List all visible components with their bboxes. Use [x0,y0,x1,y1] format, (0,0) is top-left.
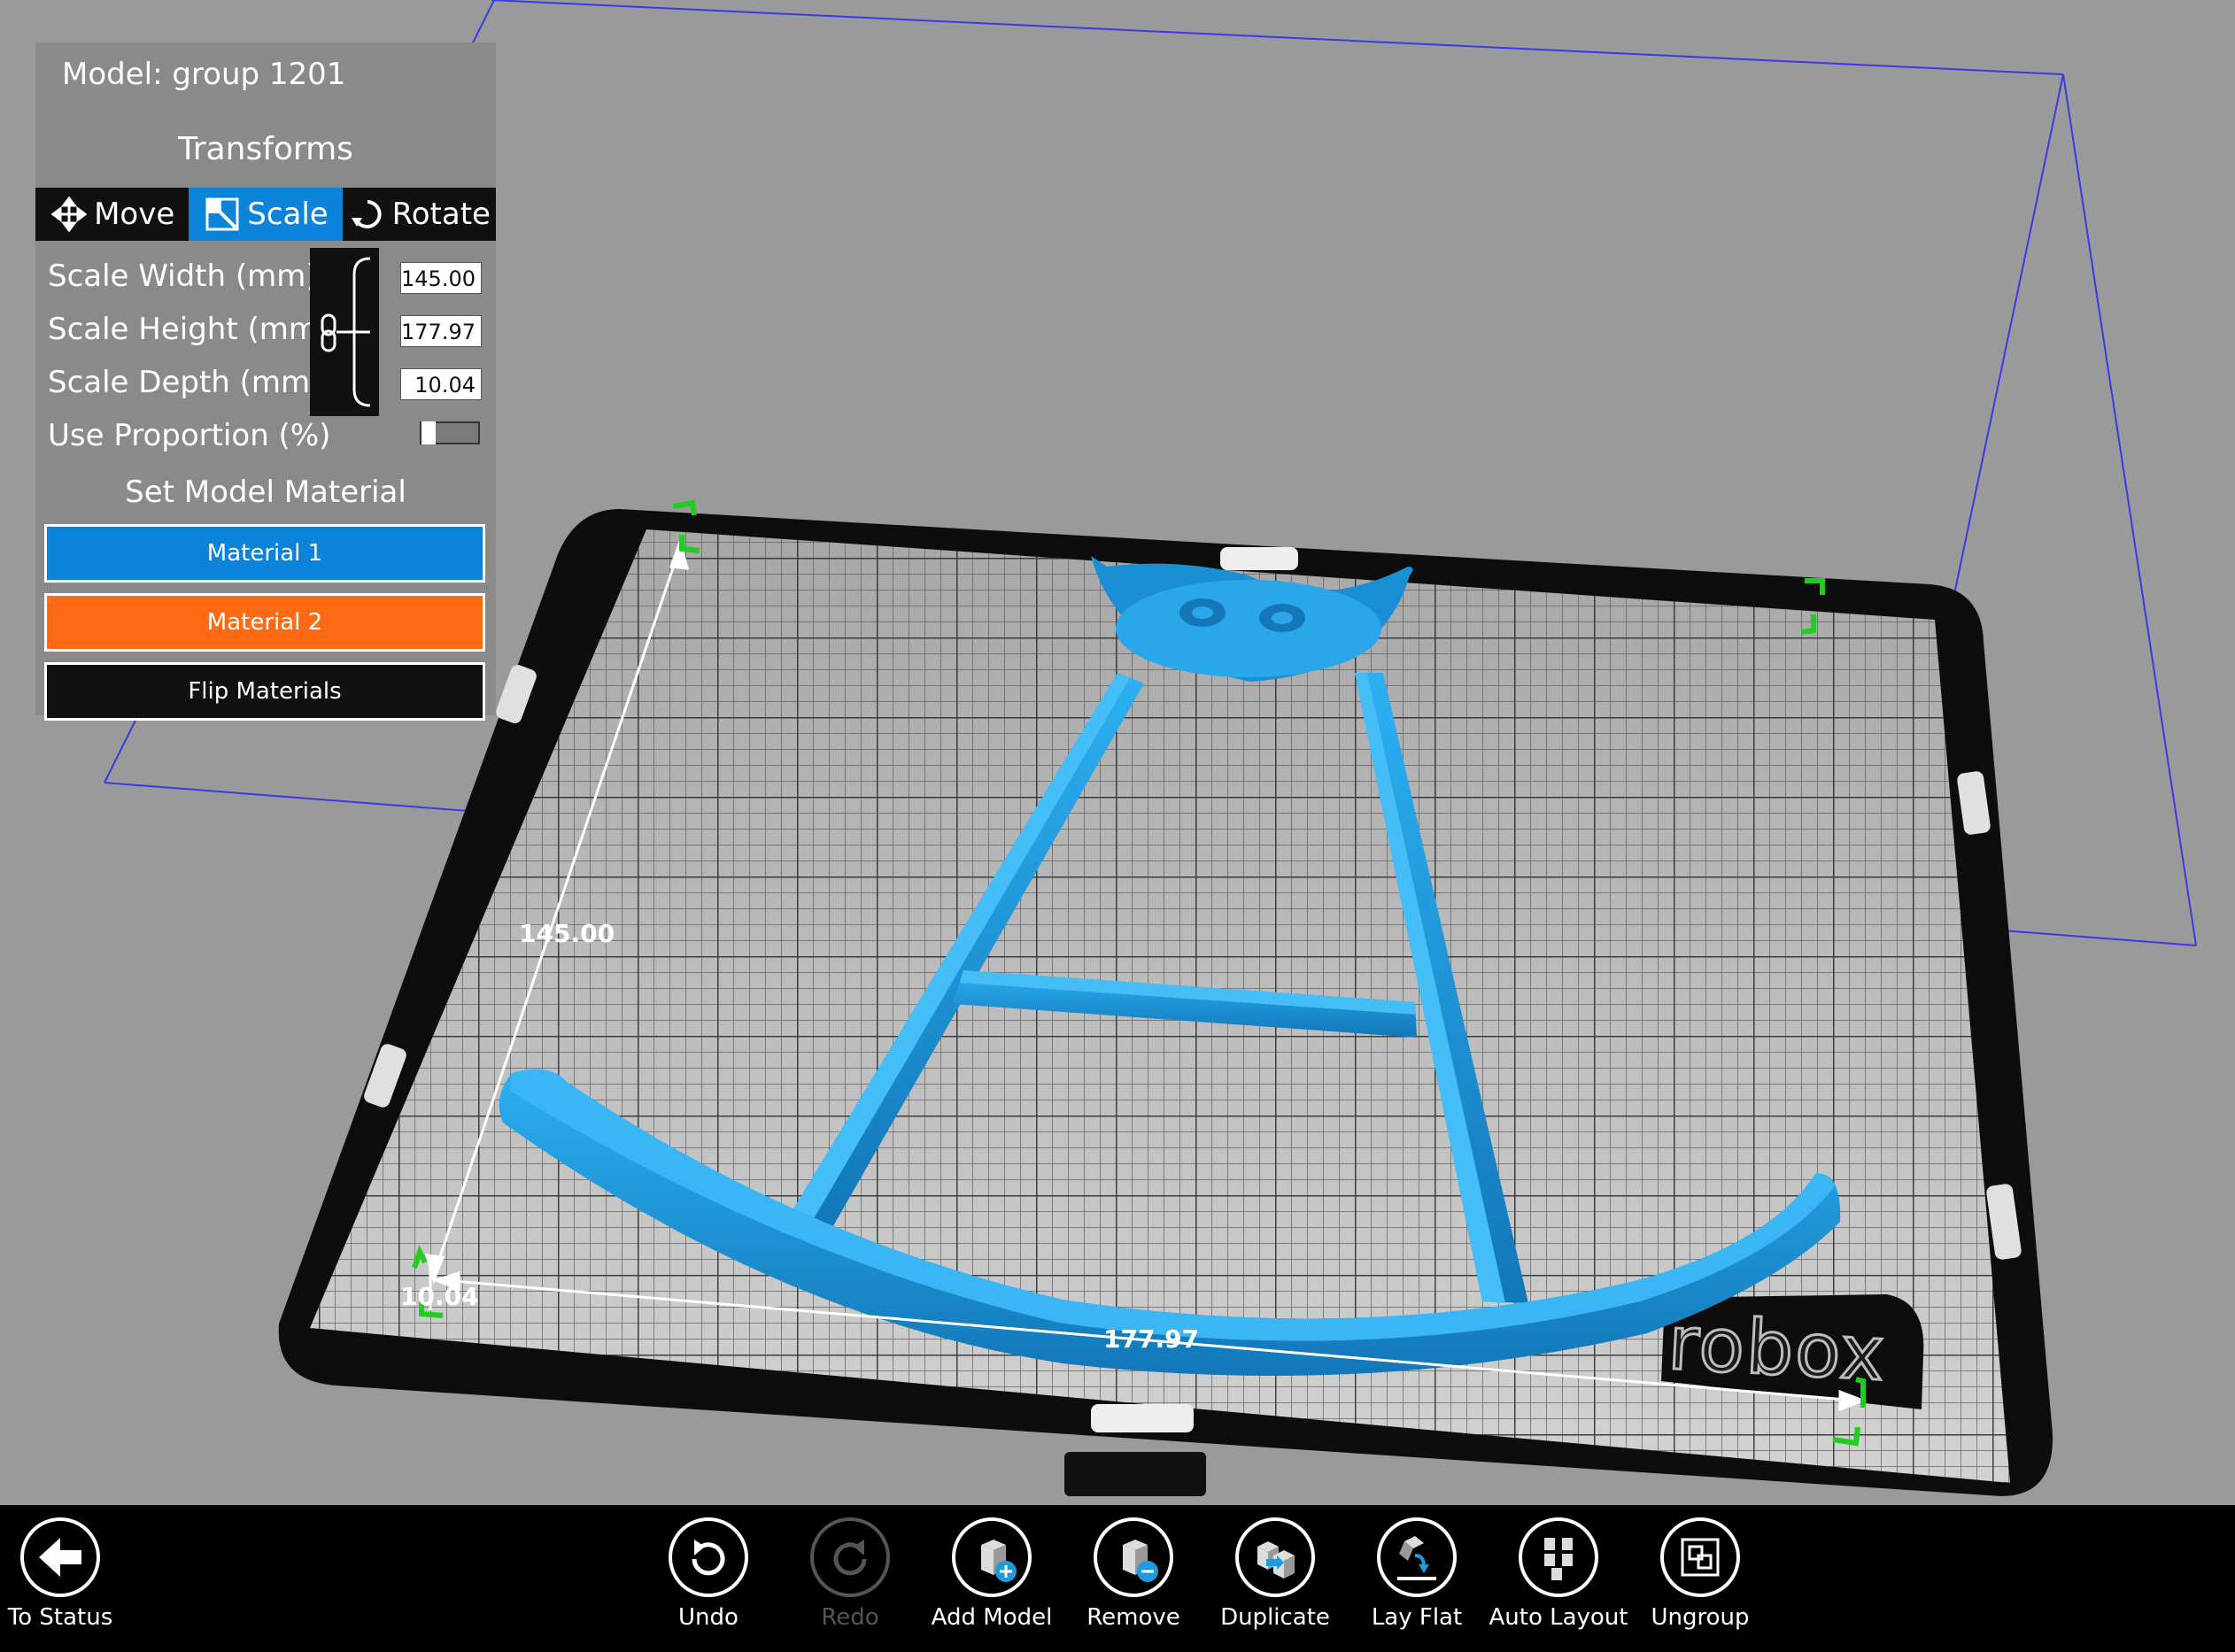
flip-materials-button[interactable]: Flip Materials [44,662,485,721]
redo-label: Redo [821,1604,879,1631]
toggle-knob [421,421,436,444]
auto-layout-label: Auto Layout [1489,1604,1628,1631]
undo-label: Undo [678,1604,739,1631]
auto-layout-button[interactable]: Auto Layout [1488,1517,1629,1631]
model-title: Model: group 1201 [62,57,346,92]
scale-width-label: Scale Width (mm) [48,259,318,294]
tab-move[interactable]: Move [35,188,189,241]
scale-height-input[interactable]: 177.97 [400,315,482,347]
scale-height-label: Scale Height (mm) [48,312,330,347]
to-status-button[interactable]: To Status [0,1517,131,1631]
material-1-button[interactable]: Material 1 [44,524,485,583]
transform-panel: Model: group 1201 Transforms Move Scale … [35,42,496,721]
bottom-toolbar: To Status Undo Redo Add Model Remove Dup… [0,1505,2235,1652]
redo-button[interactable]: Redo [779,1517,921,1631]
rotate-icon [348,195,387,234]
transforms-title: Transforms [178,131,353,167]
scale-width-input[interactable]: 145.00 [400,262,482,294]
chain-link-icon [321,313,336,352]
tab-scale-label: Scale [247,197,329,232]
redo-icon [810,1517,890,1597]
duplicate-icon [1235,1517,1315,1597]
length-dimension-label: 177.97 [1103,1324,1200,1354]
back-arrow-icon [20,1517,100,1597]
undo-icon [669,1517,748,1597]
ungroup-icon [1660,1517,1740,1597]
lay-flat-button[interactable]: Lay Flat [1346,1517,1488,1631]
set-model-material-title: Set Model Material [125,475,406,510]
to-status-label: To Status [7,1604,113,1631]
tab-rotate[interactable]: Rotate [342,188,496,241]
add-model-label: Add Model [931,1604,1053,1631]
duplicate-button[interactable]: Duplicate [1204,1517,1346,1631]
tab-scale[interactable]: Scale [189,188,343,241]
auto-layout-icon [1519,1517,1598,1597]
scale-depth-label: Scale Depth (mm) [48,365,322,400]
tab-rotate-label: Rotate [391,197,491,232]
lay-flat-label: Lay Flat [1371,1604,1463,1631]
use-proportion-toggle[interactable] [420,421,480,444]
scale-depth-input[interactable]: 10.04 [400,368,482,400]
remove-model-icon [1094,1517,1173,1597]
tab-move-label: Move [94,197,175,232]
add-model-icon [952,1517,1032,1597]
width-dimension-label: 145.00 [519,919,615,948]
robox-logo: robox [1665,1298,1890,1399]
add-model-button[interactable]: Add Model [921,1517,1063,1631]
remove-label: Remove [1087,1604,1180,1631]
move-arrows-icon [50,195,89,234]
scale-icon [203,195,242,234]
depth-dimension-label: 10.04 [400,1282,479,1311]
transform-tabs: Move Scale Rotate [35,188,496,241]
duplicate-label: Duplicate [1220,1604,1330,1631]
proportion-link-toggle[interactable] [310,248,379,416]
remove-button[interactable]: Remove [1063,1517,1204,1631]
ungroup-label: Ungroup [1651,1604,1750,1631]
undo-button[interactable]: Undo [638,1517,779,1631]
use-proportion-label: Use Proportion (%) [48,418,331,453]
material-2-button[interactable]: Material 2 [44,593,485,652]
lay-flat-icon [1377,1517,1457,1597]
ungroup-button[interactable]: Ungroup [1629,1517,1771,1631]
